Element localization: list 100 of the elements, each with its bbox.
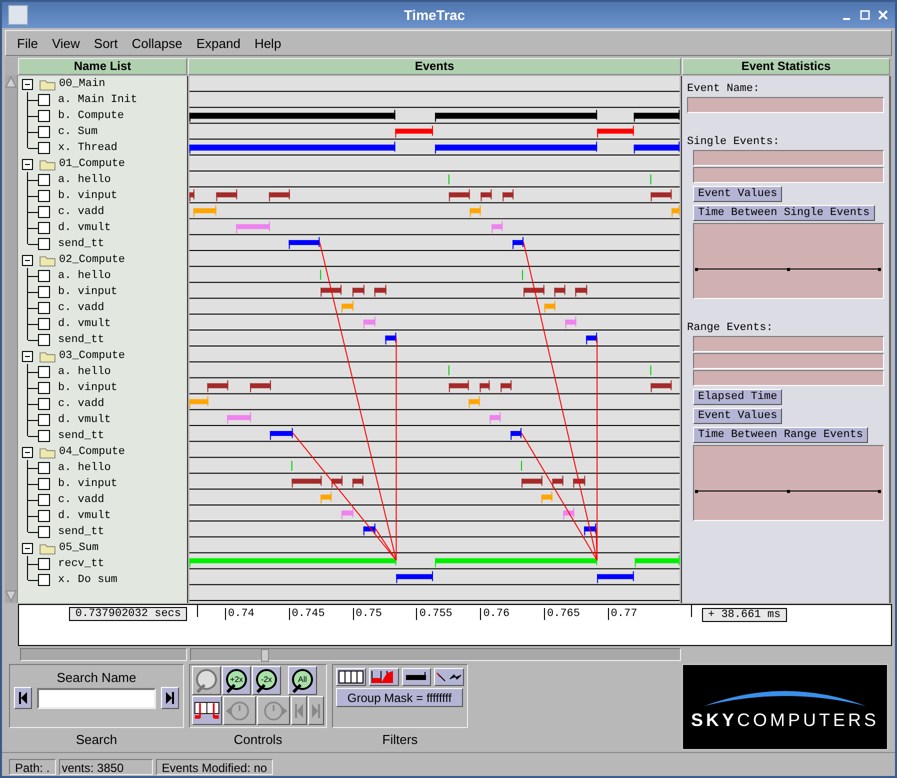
tick-label: 0.745	[288, 608, 325, 620]
event-name[interactable]: a. Main Init	[58, 94, 138, 106]
skip-back-icon	[18, 690, 28, 706]
stat-button[interactable]: Event Values	[693, 186, 782, 202]
checkbox[interactable]	[38, 558, 50, 570]
event-name[interactable]: b. vinput	[58, 286, 118, 298]
checkbox[interactable]	[38, 286, 50, 298]
event-name[interactable]: b. vinput	[58, 478, 118, 490]
collapse-toggle[interactable]	[22, 78, 33, 90]
event-name[interactable]: send_tt	[58, 238, 104, 250]
event-name[interactable]: a. hello	[58, 366, 111, 378]
checkbox[interactable]	[38, 398, 50, 410]
checkbox[interactable]	[38, 478, 50, 490]
group-name[interactable]: 03_Compute	[59, 350, 126, 362]
start-time-label: 0.737902032 secs	[69, 607, 187, 621]
event-name[interactable]: c. vadd	[58, 302, 104, 314]
checkbox[interactable]	[38, 334, 50, 346]
search-field[interactable]	[37, 688, 156, 708]
column-header: Name List	[18, 58, 187, 75]
checkbox[interactable]	[38, 110, 50, 122]
event-name[interactable]: send_tt	[58, 526, 104, 538]
markers-button[interactable]	[192, 696, 222, 725]
section-label: Range Events:	[687, 321, 774, 335]
checkbox[interactable]	[38, 270, 50, 282]
checkbox[interactable]	[38, 238, 50, 250]
checkbox[interactable]	[38, 430, 50, 442]
checkbox[interactable]	[38, 142, 50, 154]
event-name[interactable]: c. vadd	[58, 206, 104, 218]
event-name[interactable]: a. hello	[58, 270, 111, 282]
event-name[interactable]: b. vinput	[58, 382, 118, 394]
event-name[interactable]: a. hello	[58, 174, 111, 186]
folder-icon	[39, 542, 56, 554]
horizontal-scrollbar[interactable]	[20, 648, 187, 661]
event-name[interactable]: x. Thread	[58, 142, 118, 154]
horizontal-scrollbar[interactable]	[190, 648, 681, 661]
stat-button[interactable]: Elapsed Time	[693, 389, 782, 405]
group-mask-button[interactable]: Group Mask = ffffffff	[336, 688, 463, 707]
event-name[interactable]: d. vmult	[58, 222, 111, 234]
next-button[interactable]	[161, 687, 179, 709]
collapse-toggle[interactable]	[22, 350, 33, 362]
stat-button[interactable]: Event Values	[693, 408, 782, 424]
event-name[interactable]: d. vmult	[58, 318, 111, 330]
menu-item[interactable]: Help	[247, 36, 288, 50]
checkbox[interactable]	[38, 494, 50, 506]
group-name[interactable]: 04_Compute	[59, 446, 126, 458]
menu-item[interactable]: Sort	[86, 36, 125, 50]
status-text: Events Modified: no	[156, 759, 274, 775]
group-label: Controls	[234, 732, 282, 747]
checkbox[interactable]	[38, 174, 50, 186]
event-name[interactable]: b. vinput	[58, 190, 118, 202]
checkbox[interactable]	[38, 510, 50, 522]
group-name[interactable]: 05_Sum	[59, 542, 99, 554]
collapse-toggle[interactable]	[22, 542, 33, 554]
event-name[interactable]: d. vmult	[58, 510, 111, 522]
menu-item[interactable]: File	[10, 36, 45, 50]
event-name[interactable]: c. Sum	[58, 126, 98, 138]
checkbox[interactable]	[38, 222, 50, 234]
checkbox[interactable]	[38, 318, 50, 330]
close-icon[interactable]	[877, 9, 889, 21]
checkbox[interactable]	[38, 94, 50, 106]
event-name[interactable]: recv_tt	[58, 558, 104, 570]
collapse-toggle[interactable]	[22, 446, 33, 458]
zoom-button[interactable]: -2x	[252, 666, 281, 695]
checkbox[interactable]	[38, 382, 50, 394]
checkbox[interactable]	[38, 526, 50, 538]
group-name[interactable]: 02_Compute	[59, 254, 126, 266]
event-name[interactable]: b. Compute	[58, 110, 124, 122]
checkbox[interactable]	[38, 206, 50, 218]
checkbox[interactable]	[38, 126, 50, 138]
checkbox[interactable]	[38, 414, 50, 426]
event-name[interactable]: a. hello	[58, 462, 111, 474]
previous-button[interactable]	[14, 687, 32, 709]
event-name[interactable]: d. vmult	[58, 414, 111, 426]
checkbox[interactable]	[38, 574, 50, 586]
checkbox[interactable]	[38, 190, 50, 202]
histogram-filter-button[interactable]	[368, 668, 398, 686]
menu-item[interactable]: View	[44, 36, 87, 50]
checkbox[interactable]	[38, 462, 50, 474]
lines-filter-button[interactable]	[434, 668, 464, 686]
collapse-toggle[interactable]	[22, 158, 33, 170]
stat-button[interactable]: Time Between Range Events	[693, 427, 868, 443]
menu-item[interactable]: Collapse	[124, 36, 190, 50]
menu-item[interactable]: Expand	[189, 36, 248, 50]
stat-button[interactable]: Time Between Single Events	[693, 205, 875, 221]
checkbox[interactable]	[38, 366, 50, 378]
bar-filter-button[interactable]	[402, 668, 432, 686]
event-name[interactable]: c. vadd	[58, 494, 104, 506]
folder-icon	[39, 158, 56, 170]
event-name[interactable]: send_tt	[58, 430, 104, 442]
checkbox[interactable]	[38, 302, 50, 314]
group-name[interactable]: 01_Compute	[59, 158, 126, 170]
event-name[interactable]: c. vadd	[58, 398, 104, 410]
zoom-button[interactable]: All	[288, 666, 317, 695]
grid-filter-button[interactable]	[336, 668, 366, 686]
maximize-icon[interactable]	[859, 9, 871, 21]
group-name[interactable]: 00_Main	[59, 78, 106, 90]
collapse-toggle[interactable]	[22, 254, 33, 266]
event-name[interactable]: send_tt	[58, 334, 104, 346]
event-name[interactable]: x. Do sum	[58, 574, 118, 586]
zoom-button[interactable]: +2x	[222, 666, 251, 695]
